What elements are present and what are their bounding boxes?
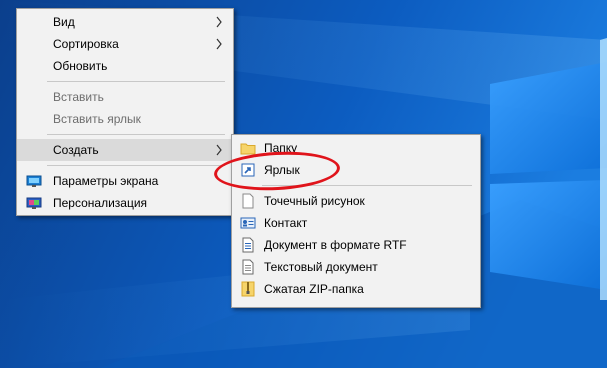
menu-item-sort[interactable]: Сортировка	[17, 33, 233, 55]
menu-item-label: Персонализация	[53, 196, 148, 210]
desktop-context-menu: Вид Сортировка Обновить Вставить Вставит…	[16, 8, 234, 216]
submenu-item-folder[interactable]: Папку	[232, 137, 480, 159]
menu-item-label: Обновить	[53, 59, 108, 73]
display-settings-icon	[26, 175, 42, 187]
submenu-item-contact[interactable]: Контакт	[232, 212, 480, 234]
menu-separator	[47, 134, 225, 135]
menu-item-create[interactable]: Создать	[17, 139, 233, 161]
menu-item-label: Документ в формате RTF	[264, 238, 407, 252]
shortcut-icon	[241, 163, 255, 177]
menu-item-view[interactable]: Вид	[17, 11, 233, 33]
menu-item-label: Вставить ярлык	[53, 112, 141, 126]
zip-folder-icon	[241, 281, 255, 297]
menu-item-label: Папку	[264, 141, 298, 155]
menu-separator	[262, 185, 472, 186]
personalization-icon	[26, 197, 42, 209]
menu-item-label: Создать	[53, 143, 99, 157]
menu-item-label: Сжатая ZIP-папка	[264, 282, 364, 296]
menu-item-personalization[interactable]: Персонализация	[17, 192, 233, 214]
menu-item-label: Текстовый документ	[264, 260, 378, 274]
submenu-item-shortcut[interactable]: Ярлык	[232, 159, 480, 181]
submenu-item-text-document[interactable]: Текстовый документ	[232, 256, 480, 278]
menu-item-label: Ярлык	[264, 163, 300, 177]
menu-item-refresh[interactable]: Обновить	[17, 55, 233, 77]
chevron-right-icon	[216, 38, 222, 50]
submenu-item-rtf-document[interactable]: Документ в формате RTF	[232, 234, 480, 256]
menu-item-label: Сортировка	[53, 37, 119, 51]
menu-item-label: Параметры экрана	[53, 174, 159, 188]
menu-separator	[47, 81, 225, 82]
menu-separator	[47, 165, 225, 166]
menu-item-paste: Вставить	[17, 86, 233, 108]
folder-icon	[240, 143, 256, 155]
menu-item-label: Контакт	[264, 216, 308, 230]
create-submenu: Папку Ярлык Точечный рисунок Контакт Док…	[231, 134, 481, 308]
chevron-right-icon	[216, 16, 222, 28]
chevron-right-icon	[216, 144, 222, 156]
submenu-item-zip-folder[interactable]: Сжатая ZIP-папка	[232, 278, 480, 300]
contact-icon	[240, 217, 256, 229]
menu-item-display-settings[interactable]: Параметры экрана	[17, 170, 233, 192]
menu-item-paste-shortcut: Вставить ярлык	[17, 108, 233, 130]
menu-item-label: Точечный рисунок	[264, 194, 365, 208]
rtf-document-icon	[242, 237, 254, 253]
bitmap-file-icon	[242, 193, 254, 209]
submenu-item-bitmap[interactable]: Точечный рисунок	[232, 190, 480, 212]
text-document-icon	[242, 259, 254, 275]
menu-item-label: Вид	[53, 15, 75, 29]
menu-item-label: Вставить	[53, 90, 104, 104]
